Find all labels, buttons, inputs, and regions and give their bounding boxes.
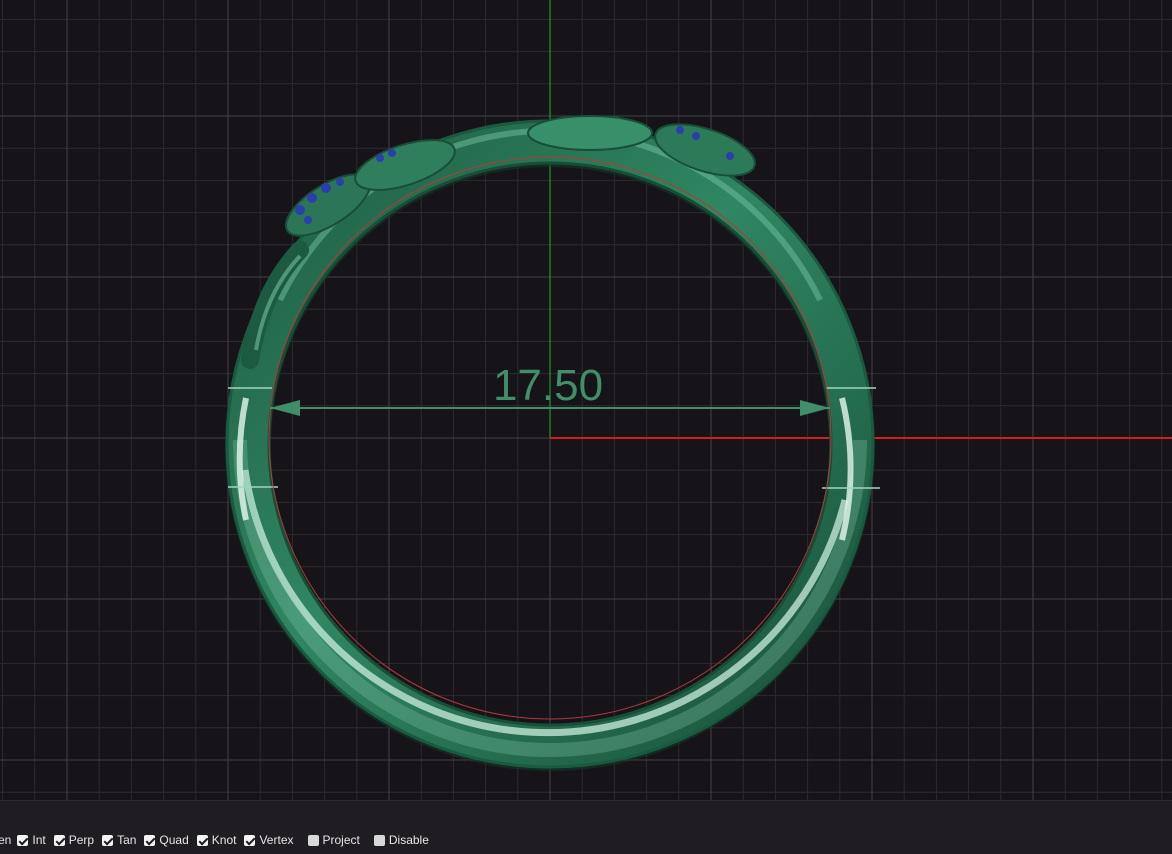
osnap-toolbar: en Int Perp Tan Quad Knot Vertex Project… [0, 830, 437, 850]
osnap-tan[interactable]: Tan [102, 833, 136, 847]
gem [676, 126, 684, 134]
gem [388, 149, 396, 157]
checkbox-checked-icon[interactable] [102, 834, 114, 846]
osnap-label: Int [32, 833, 46, 847]
diameter-dimension[interactable]: 17.50 [270, 361, 830, 416]
gem [726, 152, 734, 160]
checkbox-checked-icon[interactable] [17, 834, 29, 846]
osnap-label: Perp [68, 833, 95, 847]
osnap-int[interactable]: Int [17, 833, 46, 847]
osnap-label: Tan [117, 833, 137, 847]
gem [376, 154, 384, 162]
osnap-label: en [0, 833, 12, 847]
viewport-top[interactable]: 17.50 [0, 0, 1172, 800]
checkbox-checked-icon[interactable] [144, 834, 156, 846]
osnap-partial[interactable]: en [0, 833, 11, 847]
osnap-label: Project [322, 833, 360, 847]
osnap-label: Vertex [259, 833, 294, 847]
dimension-arrow-left [270, 400, 300, 416]
osnap-label: Knot [211, 833, 237, 847]
checkbox-unchecked-icon[interactable] [373, 834, 385, 846]
osnap-label: Disable [388, 833, 429, 847]
osnap-knot[interactable]: Knot [196, 833, 237, 847]
osnap-project[interactable]: Project [307, 833, 360, 847]
osnap-label: Quad [159, 833, 189, 847]
viewport-canvas[interactable]: 17.50 [0, 0, 1172, 800]
osnap-perp[interactable]: Perp [53, 833, 95, 847]
osnap-quad[interactable]: Quad [144, 833, 189, 847]
status-bar: en Int Perp Tan Quad Knot Vertex Project… [0, 800, 1172, 854]
gem [304, 216, 312, 224]
dimension-label: 17.50 [493, 361, 603, 410]
gem [321, 183, 331, 193]
osnap-vertex[interactable]: Vertex [244, 833, 294, 847]
checkbox-checked-icon[interactable] [53, 834, 65, 846]
checkbox-unchecked-icon[interactable] [307, 834, 319, 846]
gem [307, 193, 317, 203]
ornament-center [527, 115, 653, 151]
checkbox-checked-icon[interactable] [244, 834, 256, 846]
gem [692, 132, 700, 140]
gem [295, 205, 305, 215]
checkbox-checked-icon[interactable] [196, 834, 208, 846]
dimension-arrow-right [800, 400, 830, 416]
osnap-disable[interactable]: Disable [373, 833, 429, 847]
gem [336, 178, 344, 186]
